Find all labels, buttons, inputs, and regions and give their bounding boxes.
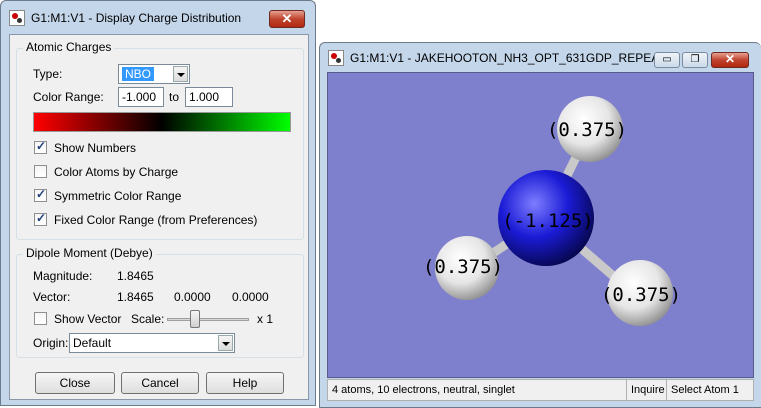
atomic-charges-title: Atomic Charges	[23, 40, 115, 54]
dialog-title: G1:M1:V1 - Display Charge Distribution	[31, 11, 242, 25]
show-vector-label: Show Vector	[54, 312, 122, 326]
chevron-down-icon	[173, 66, 188, 82]
help-button[interactable]: Help	[206, 372, 284, 394]
restore-icon: ❐	[690, 54, 700, 65]
show-numbers-label: Show Numbers	[54, 141, 137, 155]
viewer-title: G1:M1:V1 - JAKEHOOTON_NH3_OPT_631GDP_REP…	[350, 51, 670, 65]
dipole-moment-title: Dipole Moment (Debye)	[23, 246, 156, 260]
status-info: 4 atoms, 10 electrons, neutral, singlet	[332, 384, 515, 396]
range-max-input[interactable]: 1.000	[185, 87, 233, 107]
molecule-svg[interactable]: (-1.125) (0.375) (0.375) (0.375)	[328, 73, 755, 379]
close-button[interactable]: Close	[35, 372, 115, 394]
dialog-body: Atomic Charges Type: NBO Color Range: -1…	[9, 34, 309, 400]
show-vector-checkbox[interactable]	[34, 312, 47, 325]
dialog-close-button[interactable]: ✕	[269, 10, 305, 28]
gaussview-app-icon	[328, 50, 344, 66]
charge-distribution-dialog: G1:M1:V1 - Display Charge Distribution ✕…	[0, 0, 316, 406]
dipole-moment-group: Dipole Moment (Debye) Magnitude: 1.8465 …	[16, 246, 304, 358]
close-icon: ✕	[281, 11, 293, 26]
color-range-label: Color Range:	[33, 90, 104, 104]
molecule-viewer-window: G1:M1:V1 - JAKEHOOTON_NH3_OPT_631GDP_REP…	[319, 42, 761, 408]
charge-label-h1: (0.375)	[547, 119, 627, 141]
type-select-value: NBO	[122, 67, 155, 81]
vector-y-value: 0.0000	[174, 290, 211, 304]
viewer-close-button[interactable]: ✕	[711, 52, 749, 68]
status-action: Select Atom 1	[666, 380, 755, 400]
symmetric-range-checkbox[interactable]	[34, 187, 47, 202]
charge-label-h2: (0.375)	[423, 256, 503, 278]
dialog-titlebar[interactable]: G1:M1:V1 - Display Charge Distribution	[1, 1, 315, 35]
range-min-input[interactable]: -1.000	[118, 87, 164, 107]
cancel-button[interactable]: Cancel	[121, 372, 199, 394]
fixed-range-label: Fixed Color Range (from Preferences)	[54, 213, 258, 227]
type-label: Type:	[33, 67, 63, 81]
type-select[interactable]: NBO	[118, 64, 190, 84]
scale-slider-thumb[interactable]	[190, 310, 200, 328]
close-icon: ✕	[724, 52, 736, 66]
scale-label: Scale:	[131, 312, 165, 326]
color-atoms-checkbox[interactable]	[34, 165, 47, 178]
minimize-button[interactable]: ▭	[654, 52, 680, 68]
origin-label: Origin:	[33, 336, 69, 350]
scale-slider-track[interactable]	[167, 318, 249, 321]
magnitude-value: 1.8465	[117, 269, 154, 283]
vector-x-value: 1.8465	[117, 290, 154, 304]
vector-label: Vector:	[33, 290, 71, 304]
status-bar: 4 atoms, 10 electrons, neutral, singlet …	[327, 379, 754, 401]
charge-label-n: (-1.125)	[502, 210, 594, 232]
charge-label-h3: (0.375)	[601, 284, 681, 306]
show-numbers-checkbox[interactable]	[34, 139, 47, 154]
chevron-down-icon	[218, 335, 233, 351]
color-range-gradient	[33, 112, 291, 132]
color-atoms-label: Color Atoms by Charge	[54, 165, 179, 179]
status-mode: Inquire	[626, 380, 666, 400]
atomic-charges-group: Atomic Charges Type: NBO Color Range: -1…	[16, 40, 304, 240]
vector-z-value: 0.0000	[232, 290, 269, 304]
maximize-button[interactable]: ❐	[682, 52, 708, 68]
scale-value: x 1	[257, 312, 274, 326]
symmetric-range-label: Symmetric Color Range	[54, 189, 182, 203]
gaussview-app-icon	[9, 10, 25, 26]
magnitude-label: Magnitude:	[33, 269, 93, 283]
minimize-icon: ▭	[662, 54, 672, 65]
origin-select[interactable]: Default	[69, 333, 235, 353]
range-to-label: to	[169, 90, 180, 104]
fixed-range-checkbox[interactable]	[34, 211, 47, 226]
origin-select-value: Default	[73, 336, 112, 350]
molecule-canvas[interactable]: (-1.125) (0.375) (0.375) (0.375)	[327, 72, 754, 378]
